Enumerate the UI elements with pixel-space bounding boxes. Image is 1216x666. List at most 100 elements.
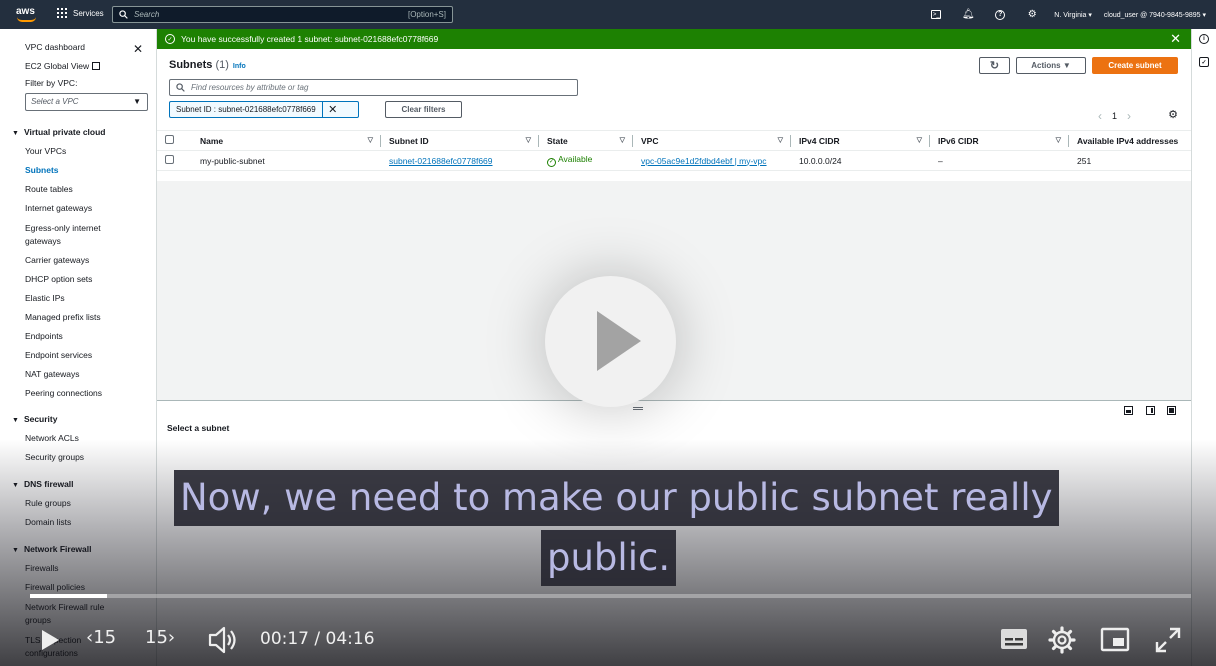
refresh-button[interactable]: ↻ [979, 57, 1010, 74]
info-icon[interactable]: i [1199, 34, 1209, 44]
split-bottom-icon[interactable] [1124, 406, 1133, 415]
account-menu[interactable]: cloud_user @ 7940-9845-9895 ▾ [1104, 11, 1206, 19]
region-selector[interactable]: N. Virginia ▾ [1054, 11, 1092, 19]
sidebar-item-route-tables[interactable]: Route tables [25, 184, 73, 194]
find-resources-input[interactable]: Find resources by attribute or tag [169, 79, 578, 96]
section-network-firewall[interactable]: ▼ Network Firewall [12, 544, 92, 554]
sort-icon: ▽ [1055, 137, 1061, 144]
row-checkbox[interactable] [165, 155, 174, 164]
services-menu-button[interactable]: Services [57, 8, 104, 18]
sidebar-item-your-vpcs[interactable]: Your VPCs [25, 146, 66, 156]
nav-right-group: >_ 🔔︎ ? ⚙ N. Virginia ▾ cloud_user @ 794… [926, 8, 1206, 21]
subnets-table-panel: Subnets (1) Info ↻ Actions ▼ Create subne… [157, 49, 1191, 181]
sidebar-item-egress-only-gateways[interactable]: Egress-only internet gateways [25, 222, 120, 248]
cell-ipv4-cidr: 10.0.0.0/24 [791, 150, 930, 171]
cell-name: my-public-subnet [192, 150, 381, 171]
sort-icon: ▽ [916, 137, 922, 144]
sidebar-item-ec2-global-view[interactable]: EC2 Global View [25, 61, 101, 71]
close-icon[interactable]: ✕ [1170, 31, 1181, 47]
help-icon[interactable]: ? [990, 8, 1010, 21]
page-number[interactable]: 1 [1112, 111, 1117, 121]
col-state[interactable]: State ▽ [539, 130, 633, 151]
sidebar-item-security-groups[interactable]: Security groups [25, 452, 84, 462]
clear-filters-button[interactable]: Clear filters [385, 101, 462, 118]
sidebar-item-network-firewall-rule-groups[interactable]: Network Firewall rule groups [25, 601, 125, 627]
col-name[interactable]: Name ▽ [192, 130, 381, 151]
resize-handle[interactable] [633, 407, 643, 410]
feedback-icon[interactable]: ✓ [1199, 57, 1209, 67]
actions-button[interactable]: Actions ▼ [1016, 57, 1086, 74]
sidebar-item-domain-lists[interactable]: Domain lists [25, 517, 71, 527]
sidebar-item-endpoints[interactable]: Endpoints [25, 331, 63, 341]
play-icon[interactable] [38, 628, 62, 652]
volume-icon[interactable] [207, 624, 239, 656]
bell-icon[interactable]: 🔔︎ [958, 8, 978, 21]
sidebar: VPC dashboard ✕ EC2 Global View Filter b… [0, 29, 157, 666]
grid-icon [57, 8, 67, 18]
col-vpc[interactable]: VPC ▽ [633, 130, 791, 151]
sidebar-item-firewalls[interactable]: Firewalls [25, 563, 59, 573]
sidebar-item-subnets[interactable]: Subnets [25, 165, 59, 175]
refresh-icon: ↻ [989, 60, 1000, 72]
vpc-filter-select[interactable]: Select a VPC ▼ [25, 93, 148, 111]
rewind-15-button[interactable]: ‹15 [86, 627, 116, 648]
col-available-ipv4[interactable]: Available IPv4 addresses [1069, 130, 1191, 151]
sidebar-item-vpc-dashboard[interactable]: VPC dashboard [25, 42, 85, 52]
chevron-right-icon: › [167, 627, 176, 648]
sidebar-item-managed-prefix-lists[interactable]: Managed prefix lists [25, 312, 101, 322]
next-page-icon[interactable]: › [1127, 109, 1131, 123]
aws-logo[interactable]: aws [16, 6, 38, 22]
cloudshell-icon[interactable]: >_ [926, 8, 946, 21]
sidebar-item-nat-gateways[interactable]: NAT gateways [25, 369, 80, 379]
sidebar-item-carrier-gateways[interactable]: Carrier gateways [25, 255, 89, 265]
table-header-row: Name ▽ Subnet ID ▽ State ▽ VPC ▽ IPv4 CIDR ▽ … [157, 130, 1191, 151]
big-play-button[interactable] [545, 276, 676, 407]
sidebar-item-rule-groups[interactable]: Rule groups [25, 498, 71, 508]
caret-down-icon: ▼ [12, 130, 19, 137]
split-full-icon[interactable] [1167, 406, 1176, 415]
global-search-input[interactable]: Search [Option+S] [112, 6, 453, 23]
fullscreen-icon[interactable] [1155, 627, 1181, 653]
caret-down-icon: ▼ [12, 417, 19, 424]
progress-track[interactable] [30, 594, 1191, 598]
sidebar-item-peering-connections[interactable]: Peering connections [25, 388, 102, 398]
remove-filter-icon[interactable]: ✕ [323, 103, 343, 116]
col-subnet-id[interactable]: Subnet ID ▽ [381, 130, 539, 151]
info-link[interactable]: Info [233, 63, 246, 70]
sidebar-item-firewall-policies[interactable]: Firewall policies [25, 582, 85, 592]
filter-token: Subnet ID : subnet-021688efc0778f669 ✕ [169, 101, 359, 118]
sidebar-item-network-acls[interactable]: Network ACLs [25, 433, 79, 443]
section-dns-firewall[interactable]: ▼ DNS firewall [12, 479, 74, 489]
split-side-icon[interactable] [1146, 406, 1155, 415]
caret-down-icon: ▼ [133, 97, 141, 106]
subnet-id-link[interactable]: subnet-021688efc0778f669 [389, 156, 493, 166]
select-all-checkbox[interactable] [165, 135, 174, 144]
flash-message: You have successfully created 1 subnet: … [181, 34, 439, 44]
section-security[interactable]: ▼ Security [12, 414, 57, 424]
sidebar-item-elastic-ips[interactable]: Elastic IPs [25, 293, 65, 303]
sidebar-item-dhcp-option-sets[interactable]: DHCP option sets [25, 274, 92, 284]
prev-page-icon[interactable]: ‹ [1098, 109, 1102, 123]
detail-placeholder: Select a subnet [167, 423, 230, 433]
sort-icon: ▽ [777, 137, 783, 144]
section-virtual-private-cloud[interactable]: ▼ Virtual private cloud [12, 127, 106, 137]
sidebar-item-internet-gateways[interactable]: Internet gateways [25, 203, 92, 213]
picture-in-picture-icon[interactable] [1100, 627, 1130, 652]
table-row[interactable]: my-public-subnet subnet-021688efc0778f66… [157, 150, 1191, 171]
table-settings-icon[interactable]: ⚙ [1168, 108, 1178, 121]
settings-icon[interactable] [1048, 626, 1076, 654]
progress-fill [30, 594, 107, 598]
col-ipv4-cidr[interactable]: IPv4 CIDR ▽ [791, 130, 930, 151]
cell-available-ipv4: 251 [1069, 150, 1191, 171]
close-icon[interactable]: ✕ [133, 42, 143, 56]
captions-icon[interactable] [1000, 627, 1028, 651]
sidebar-item-endpoint-services[interactable]: Endpoint services [25, 350, 92, 360]
aws-smile-icon [17, 17, 36, 22]
create-subnet-button[interactable]: Create subnet [1092, 57, 1178, 74]
col-ipv6-cidr[interactable]: IPv6 CIDR ▽ [930, 130, 1069, 151]
sort-icon: ▽ [367, 137, 373, 144]
vpc-link[interactable]: vpc-05ac9e1d2fdbd4ebf | my-vpc [641, 156, 767, 166]
gear-icon[interactable]: ⚙ [1022, 8, 1042, 21]
cell-ipv6-cidr: – [930, 150, 1069, 171]
forward-15-button[interactable]: 15› [145, 627, 175, 648]
